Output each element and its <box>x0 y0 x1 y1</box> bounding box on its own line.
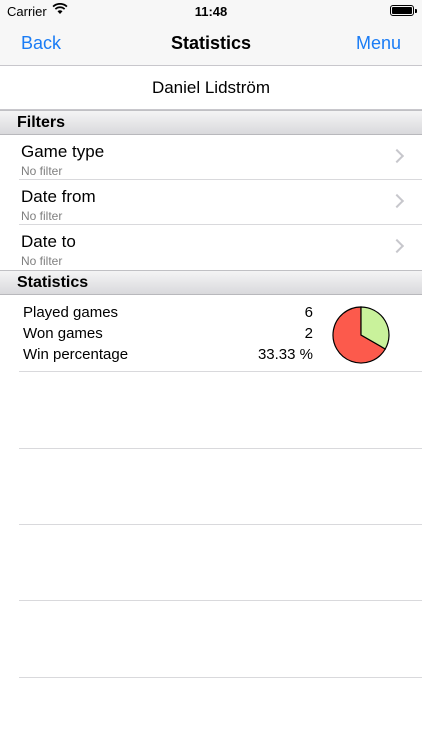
row-divider <box>19 524 422 525</box>
battery-icon <box>390 5 417 16</box>
filters-section-header: Filters <box>0 110 422 135</box>
chevron-right-icon <box>389 148 405 164</box>
filter-value: No filter <box>21 254 63 268</box>
statistics-section-header: Statistics <box>0 270 422 295</box>
stat-label: Played games <box>23 304 119 321</box>
navigation-bar: Back Statistics Menu <box>0 22 422 66</box>
stat-value: 6 <box>304 304 313 321</box>
filter-row-game-type[interactable]: Game type No filter <box>0 135 422 180</box>
menu-button[interactable]: Menu <box>356 33 401 54</box>
filter-label: Date to <box>21 232 76 251</box>
stat-row-won-games: Won games 2 <box>23 325 313 345</box>
stat-row-played-games: Played games 6 <box>23 304 313 324</box>
filter-row-date-from[interactable]: Date from No filter <box>0 180 422 225</box>
stat-label: Win percentage <box>23 346 129 363</box>
stat-label: Won games <box>23 325 103 342</box>
status-bar: Carrier 11:48 <box>0 0 422 22</box>
stat-value: 33.33 % <box>257 346 313 363</box>
row-divider <box>19 448 422 449</box>
filter-label: Date from <box>21 187 96 206</box>
stat-value: 2 <box>304 325 313 342</box>
row-divider <box>19 371 422 372</box>
player-name: Daniel Lidström <box>0 66 422 110</box>
row-divider <box>19 677 422 678</box>
stat-row-win-percentage: Win percentage 33.33 % <box>23 346 313 366</box>
status-time: 11:48 <box>194 4 228 19</box>
chevron-right-icon <box>389 193 405 209</box>
filter-value: No filter <box>21 209 63 223</box>
chevron-right-icon <box>389 238 405 254</box>
win-loss-pie-chart <box>332 306 390 364</box>
row-divider <box>19 600 422 601</box>
filter-row-date-to[interactable]: Date to No filter <box>0 225 422 270</box>
filter-value: No filter <box>21 164 63 178</box>
filter-label: Game type <box>21 142 105 161</box>
